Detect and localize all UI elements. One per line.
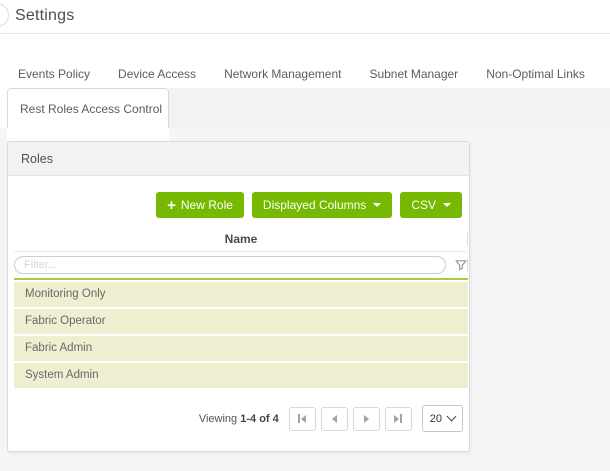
column-header-label: Name bbox=[225, 232, 258, 246]
panel-title: Roles bbox=[8, 142, 469, 176]
tab-non-optimal-links[interactable]: Non-Optimal Links bbox=[486, 67, 585, 81]
plus-icon bbox=[167, 198, 176, 213]
column-header-name[interactable]: Name bbox=[14, 226, 468, 252]
next-page-icon bbox=[364, 415, 369, 423]
first-page-button[interactable] bbox=[289, 407, 316, 431]
page-size-value: 20 bbox=[430, 413, 442, 425]
csv-button[interactable]: CSV bbox=[400, 192, 462, 218]
new-role-button[interactable]: New Role bbox=[156, 192, 244, 218]
table-row-fabric-admin[interactable]: Fabric Admin bbox=[14, 336, 468, 361]
displayed-columns-label: Displayed Columns bbox=[263, 198, 366, 212]
previous-page-icon bbox=[332, 415, 337, 423]
chevron-down-icon bbox=[447, 412, 457, 422]
active-tab-underlay bbox=[7, 126, 169, 141]
next-page-button[interactable] bbox=[353, 407, 380, 431]
tab-device-access[interactable]: Device Access bbox=[118, 67, 196, 81]
table-row-system-admin[interactable]: System Admin bbox=[14, 363, 468, 388]
chevron-down-icon bbox=[443, 203, 451, 207]
chevron-down-icon bbox=[373, 203, 381, 207]
page-size-select[interactable]: 20 bbox=[422, 405, 463, 432]
active-tab-label: Rest Roles Access Control bbox=[20, 102, 162, 116]
pagination-summary-label: Viewing bbox=[199, 413, 237, 425]
new-role-label: New Role bbox=[181, 198, 233, 212]
roles-table: Name Monitoring Only Fabric Operator Fab… bbox=[14, 226, 468, 388]
previous-page-button[interactable] bbox=[321, 407, 348, 431]
roles-panel: Roles New Role Displayed Columns CSV Nam… bbox=[7, 141, 470, 452]
last-page-icon bbox=[394, 415, 399, 423]
column-edge-divider bbox=[467, 259, 468, 272]
column-edge-divider bbox=[467, 232, 468, 245]
first-page-icon bbox=[298, 414, 300, 423]
filter-funnel-icon[interactable] bbox=[454, 258, 468, 272]
roles-toolbar: New Role Displayed Columns CSV bbox=[8, 192, 469, 218]
tabstrip-background bbox=[169, 88, 610, 128]
csv-label: CSV bbox=[411, 198, 436, 212]
top-tab-bar: Events Policy Device Access Network Mana… bbox=[18, 66, 585, 82]
tab-network-management[interactable]: Network Management bbox=[224, 67, 341, 81]
first-page-icon bbox=[301, 415, 306, 423]
pagination-buttons bbox=[289, 407, 412, 431]
tab-rest-roles-access-control[interactable]: Rest Roles Access Control bbox=[7, 88, 169, 128]
table-row-monitoring-only[interactable]: Monitoring Only bbox=[14, 282, 468, 307]
displayed-columns-button[interactable]: Displayed Columns bbox=[252, 192, 392, 218]
table-row-fabric-operator[interactable]: Fabric Operator bbox=[14, 309, 468, 334]
tab-events-policy[interactable]: Events Policy bbox=[18, 67, 90, 81]
page-title: Settings bbox=[15, 7, 74, 25]
filter-row bbox=[14, 252, 468, 280]
pagination-bar: Viewing 1-4 of 4 20 bbox=[8, 405, 469, 432]
corner-circle-decoration bbox=[0, 3, 9, 27]
last-page-button[interactable] bbox=[385, 407, 412, 431]
last-page-icon bbox=[400, 414, 402, 423]
header-divider bbox=[0, 33, 610, 34]
filter-input[interactable] bbox=[14, 256, 446, 274]
tab-subnet-manager[interactable]: Subnet Manager bbox=[369, 67, 458, 81]
pagination-summary-range: 1-4 of 4 bbox=[240, 413, 279, 425]
pagination-summary: Viewing 1-4 of 4 bbox=[199, 413, 279, 425]
